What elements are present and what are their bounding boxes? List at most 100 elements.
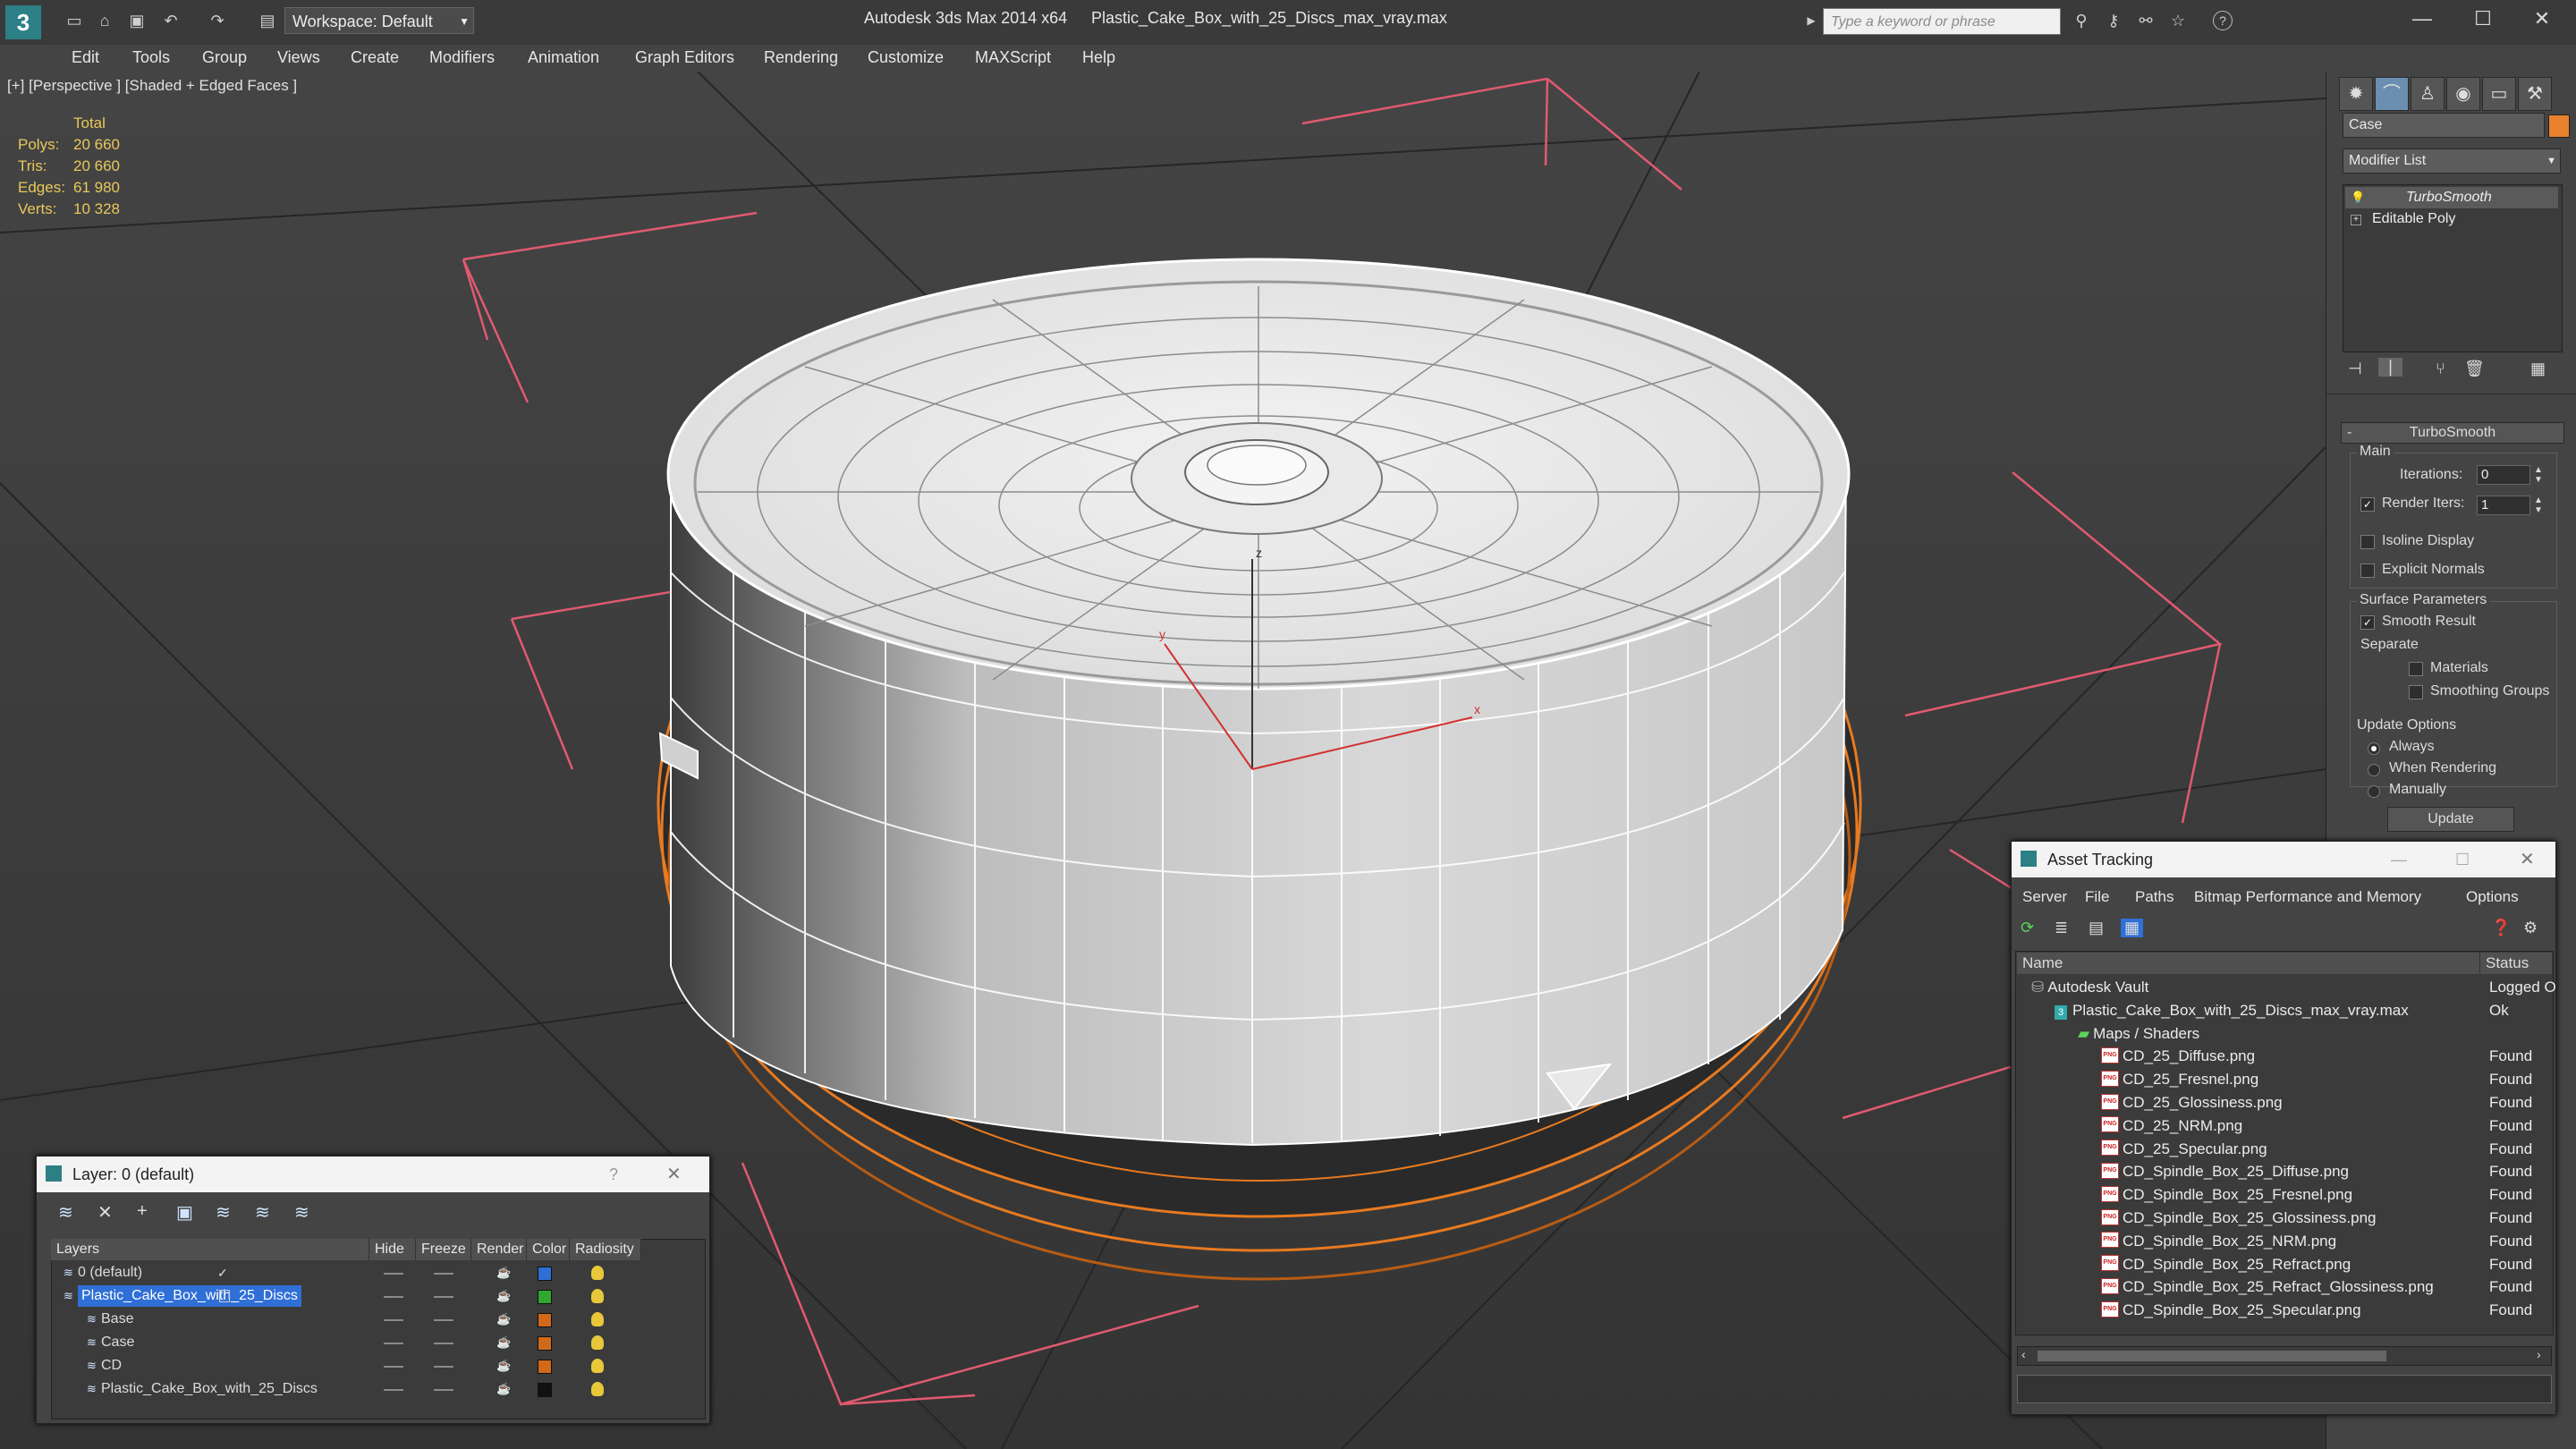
layer-color-swatch[interactable]	[538, 1383, 552, 1397]
layer-name[interactable]: Case	[101, 1332, 134, 1353]
asset-row[interactable]: PNG CD_Spindle_Box_25_NRM.png Found	[2017, 1230, 2550, 1252]
grid-view-icon[interactable]: ▦	[2121, 919, 2144, 937]
hierarchy-tab-icon[interactable]: ♙	[2411, 77, 2445, 111]
maximize-button[interactable]: ☐	[2465, 5, 2501, 32]
manually-radio[interactable]	[2368, 785, 2380, 798]
render-teapot-icon[interactable]: ☕	[496, 1355, 511, 1377]
smoothing-groups-checkbox[interactable]	[2409, 685, 2423, 699]
viewport-label[interactable]: [+] [Perspective ] [Shaded + Edged Faces…	[7, 77, 297, 95]
settings-icon[interactable]: ⚙	[2523, 919, 2538, 937]
smooth-result-checkbox[interactable]: ✓	[2360, 615, 2375, 630]
asset-menu-paths[interactable]: Paths	[2135, 888, 2174, 906]
freeze-toggle[interactable]	[434, 1273, 453, 1275]
asset-menu-file[interactable]: File	[2085, 888, 2109, 906]
render-teapot-icon[interactable]: ☕	[496, 1262, 511, 1284]
display-tab-icon[interactable]: ▭	[2482, 77, 2516, 111]
maximize-icon[interactable]: ☐	[2455, 842, 2470, 877]
asset-row[interactable]: PNG CD_Spindle_Box_25_Glossiness.png Found	[2017, 1207, 2550, 1229]
menu-animation[interactable]: Animation	[528, 48, 599, 67]
redo-icon[interactable]: ↷	[208, 11, 227, 30]
modifier-list-dropdown[interactable]: Modifier List ▼	[2343, 148, 2561, 174]
layer-name[interactable]: Base	[101, 1309, 133, 1330]
add-to-layer-icon[interactable]: +	[137, 1201, 148, 1222]
stack-item-turbosmooth[interactable]: 💡 TurboSmooth	[2345, 187, 2558, 208]
network-icon[interactable]: ⚯	[2136, 11, 2156, 30]
make-unique-icon[interactable]: ⑂	[2436, 360, 2445, 378]
object-color-swatch[interactable]	[2548, 114, 2570, 138]
asset-row[interactable]: PNG CD_25_Glossiness.png Found	[2017, 1091, 2550, 1114]
asset-row[interactable]: PNG CD_Spindle_Box_25_Refract.png Found	[2017, 1253, 2550, 1275]
hide-toggle[interactable]	[384, 1343, 403, 1344]
menu-maxscript[interactable]: MAXScript	[975, 48, 1051, 67]
save-file-icon[interactable]: ▣	[127, 11, 147, 30]
layer-row[interactable]: ≋ Plastic_Cake_Box_with_25_Discs ☕	[51, 1285, 700, 1307]
menu-group[interactable]: Group	[202, 48, 247, 67]
column-layers[interactable]: Layers	[51, 1239, 369, 1260]
asset-row[interactable]: PNG CD_25_Specular.png Found	[2017, 1138, 2550, 1160]
radiosity-bulb-icon[interactable]	[591, 1266, 604, 1280]
scroll-right-icon[interactable]: ›	[2537, 1347, 2541, 1361]
hide-all-icon[interactable]: ≋	[255, 1201, 270, 1224]
asset-row[interactable]: 3 Plastic_Cake_Box_with_25_Discs_max_vray…	[2017, 999, 2550, 1021]
render-teapot-icon[interactable]: ☕	[496, 1332, 511, 1353]
open-file-icon[interactable]: ⌂	[95, 11, 114, 30]
freeze-toggle[interactable]	[434, 1366, 453, 1368]
layer-name[interactable]: CD	[101, 1355, 122, 1377]
column-color[interactable]: Color	[527, 1239, 570, 1260]
menu-edit[interactable]: Edit	[72, 48, 99, 67]
column-name[interactable]: Name	[2017, 953, 2480, 974]
column-render[interactable]: Render	[471, 1239, 527, 1260]
asset-row[interactable]: PNG CD_25_Diffuse.png Found	[2017, 1045, 2550, 1067]
render-iters-spinner[interactable]: 1	[2477, 496, 2530, 515]
menu-rendering[interactable]: Rendering	[764, 48, 838, 67]
select-objects-icon[interactable]: ▣	[176, 1201, 193, 1224]
render-iters-checkbox[interactable]: ✓	[2360, 497, 2375, 512]
asset-row[interactable]: PNG CD_25_NRM.png Found	[2017, 1114, 2550, 1137]
help-button[interactable]: ?	[609, 1157, 618, 1192]
horizontal-scrollbar[interactable]: ‹ ›	[2017, 1346, 2552, 1366]
layer-color-swatch[interactable]	[538, 1336, 552, 1351]
asset-menu-options[interactable]: Options	[2466, 888, 2519, 906]
always-radio[interactable]	[2368, 742, 2380, 755]
refresh-icon[interactable]: ⟳	[2021, 919, 2034, 937]
layer-window-titlebar[interactable]: Layer: 0 (default) ? ✕	[37, 1157, 709, 1192]
render-teapot-icon[interactable]: ☕	[496, 1378, 511, 1400]
hide-toggle[interactable]	[384, 1319, 403, 1321]
explicit-normals-checkbox[interactable]	[2360, 564, 2375, 578]
close-button[interactable]: ✕	[2524, 5, 2560, 32]
freeze-toggle[interactable]	[434, 1319, 453, 1321]
asset-row[interactable]: PNG CD_Spindle_Box_25_Diffuse.png Found	[2017, 1160, 2550, 1182]
freeze-toggle[interactable]	[434, 1296, 453, 1298]
layer-color-swatch[interactable]	[538, 1267, 552, 1281]
create-layer-icon[interactable]: ≋	[58, 1201, 73, 1224]
hide-toggle[interactable]	[384, 1366, 403, 1368]
menu-create[interactable]: Create	[351, 48, 399, 67]
render-teapot-icon[interactable]: ☕	[496, 1309, 511, 1330]
active-layer-box[interactable]	[219, 1290, 230, 1302]
menu-customize[interactable]: Customize	[868, 48, 944, 67]
asset-path-field[interactable]	[2017, 1375, 2552, 1403]
stack-item-editable-poly[interactable]: + Editable Poly	[2345, 208, 2558, 230]
asset-window-titlebar[interactable]: Asset Tracking — ☐ ✕	[2012, 842, 2555, 877]
asset-row[interactable]: ⛁ Autodesk Vault Logged O	[2017, 976, 2556, 998]
radiosity-bulb-icon[interactable]	[591, 1359, 604, 1373]
spinner-arrows-icon[interactable]: ▲ ▼	[2534, 496, 2543, 515]
expand-plus-icon[interactable]: +	[2351, 215, 2361, 225]
layer-row[interactable]: ≋ CD ☕	[51, 1355, 700, 1377]
column-freeze[interactable]: Freeze	[416, 1239, 471, 1260]
motion-tab-icon[interactable]: ◉	[2446, 77, 2480, 111]
asset-row[interactable]: PNG CD_Spindle_Box_25_Refract_Glossiness.…	[2017, 1275, 2550, 1298]
project-folder-icon[interactable]: ▤	[258, 11, 277, 30]
app-logo-icon[interactable]: 3	[5, 5, 41, 39]
pin-stack-icon[interactable]: ⊣	[2348, 360, 2362, 378]
radiosity-bulb-icon[interactable]	[591, 1312, 604, 1326]
remove-modifier-icon[interactable]: 🗑	[2464, 360, 2485, 378]
key-icon[interactable]: ⚷	[2104, 11, 2123, 30]
scroll-thumb[interactable]	[2038, 1351, 2386, 1361]
asset-row[interactable]: PNG CD_Spindle_Box_25_Fresnel.png Found	[2017, 1183, 2550, 1206]
asset-row[interactable]: PNG CD_Spindle_Box_25_Specular.png Found	[2017, 1299, 2550, 1321]
workspace-dropdown[interactable]: Workspace: Default ▼	[284, 7, 474, 34]
modify-tab-icon[interactable]: ⌒	[2375, 77, 2409, 111]
menu-help[interactable]: Help	[1082, 48, 1115, 67]
list-view-icon[interactable]: ≣	[2055, 919, 2068, 937]
